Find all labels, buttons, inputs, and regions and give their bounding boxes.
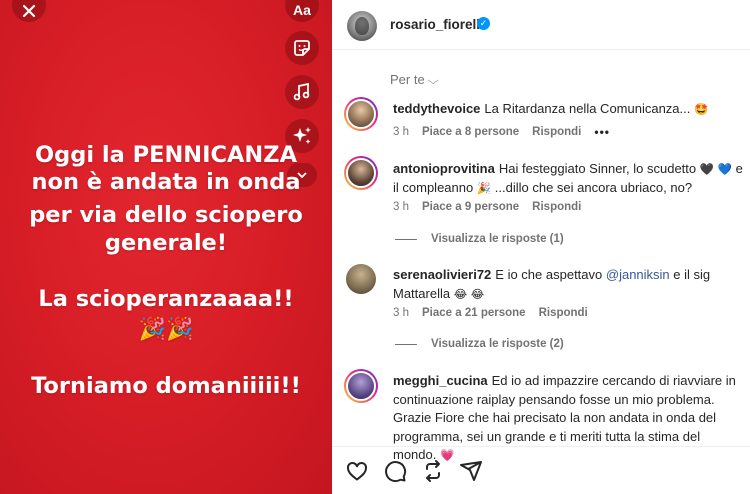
avatar[interactable] xyxy=(344,97,378,131)
comment-icon[interactable] xyxy=(383,459,407,483)
comment-meta: 3 h Piace a 9 persone Rispondi xyxy=(393,201,581,213)
comment-username[interactable]: teddythevoice xyxy=(393,101,480,116)
story-text-line: non è andata in onda xyxy=(31,169,301,195)
divider xyxy=(395,343,417,345)
text-tool-button[interactable]: Aa xyxy=(285,0,319,22)
comment-time: 3 h xyxy=(393,126,409,138)
text-tool-label: Aa xyxy=(293,2,311,18)
party-popper-emoji: 🎉 xyxy=(476,180,492,195)
likes-count[interactable]: Piace a 8 persone xyxy=(422,126,519,138)
laughing-emoji: 😂 😂 xyxy=(453,286,485,301)
comment-time: 3 h xyxy=(393,307,409,319)
scrollbar[interactable] xyxy=(744,50,748,446)
comment-meta: 3 h Piace a 8 persone Rispondi ••• xyxy=(393,125,610,139)
mention-link[interactable]: @janniksin xyxy=(606,267,670,282)
heart-emoji: 🖤 💙 xyxy=(699,162,733,176)
sticker-button[interactable] xyxy=(285,31,319,65)
story-text-line: Oggi la PENNICANZA xyxy=(35,142,297,168)
avatar[interactable] xyxy=(347,11,377,41)
comment-username[interactable]: megghi_cucina xyxy=(393,373,488,388)
post-panel: rosario_fiorello ✓ Per te ⌵ teddythevoice… xyxy=(332,0,750,494)
post-actions-bar xyxy=(332,446,750,494)
view-replies-button[interactable]: Visualizza le risposte (1) xyxy=(395,233,564,245)
story-text-line: per via dello sciopero xyxy=(29,202,303,228)
post-header: rosario_fiorello ✓ xyxy=(332,0,750,50)
story-text-line: La scioperanzaaaa!! xyxy=(38,286,294,312)
reply-button[interactable]: Rispondi xyxy=(532,126,581,138)
share-icon[interactable] xyxy=(459,459,483,483)
comment-text: serenaolivieri72 E io che aspettavo @jann… xyxy=(393,267,711,301)
reply-button[interactable]: Rispondi xyxy=(539,307,588,319)
chevron-down-icon: ⌵ xyxy=(427,75,439,87)
avatar[interactable] xyxy=(344,156,378,190)
star-eyes-emoji: 🤩 xyxy=(694,102,709,116)
close-button[interactable] xyxy=(12,0,46,22)
story-panel: Aa Oggi la PENNICANZA non è andata in on… xyxy=(0,0,332,494)
comment-username[interactable]: antonioprovitina xyxy=(393,161,495,176)
view-replies-button[interactable]: Visualizza le risposte (2) xyxy=(395,338,564,350)
sort-label: Per te xyxy=(390,72,425,87)
story-text-line: Torniamo domaniiiii!! xyxy=(31,373,301,399)
comment-text: antonioprovitina Hai festeggiato Sinner, … xyxy=(393,161,743,195)
music-note-icon xyxy=(293,82,310,101)
repost-icon[interactable] xyxy=(421,459,445,483)
comment-meta: 3 h Piace a 21 persone Rispondi xyxy=(393,307,588,319)
avatar[interactable] xyxy=(346,264,376,294)
comment-text: teddythevoice La Ritardanza nella Comunic… xyxy=(393,101,709,116)
music-button[interactable] xyxy=(285,75,319,109)
reply-button[interactable]: Rispondi xyxy=(532,201,581,213)
heart-icon[interactable] xyxy=(345,459,369,483)
more-options-icon[interactable]: ••• xyxy=(594,125,610,139)
divider xyxy=(395,238,417,240)
sticker-icon xyxy=(294,40,310,56)
story-text-line: generale! xyxy=(104,230,228,256)
profile-username[interactable]: rosario_fiorello xyxy=(390,17,488,32)
likes-count[interactable]: Piace a 21 persone xyxy=(422,307,526,319)
comment-time: 3 h xyxy=(393,201,409,213)
comment-username[interactable]: serenaolivieri72 xyxy=(393,267,491,282)
party-popper-emoji: 🎉🎉 xyxy=(138,317,194,342)
close-icon xyxy=(22,4,36,18)
avatar[interactable] xyxy=(344,369,378,403)
comment-sort-dropdown[interactable]: Per te ⌵ xyxy=(390,72,439,88)
likes-count[interactable]: Piace a 9 persone xyxy=(422,201,519,213)
verified-badge-icon: ✓ xyxy=(477,17,490,30)
